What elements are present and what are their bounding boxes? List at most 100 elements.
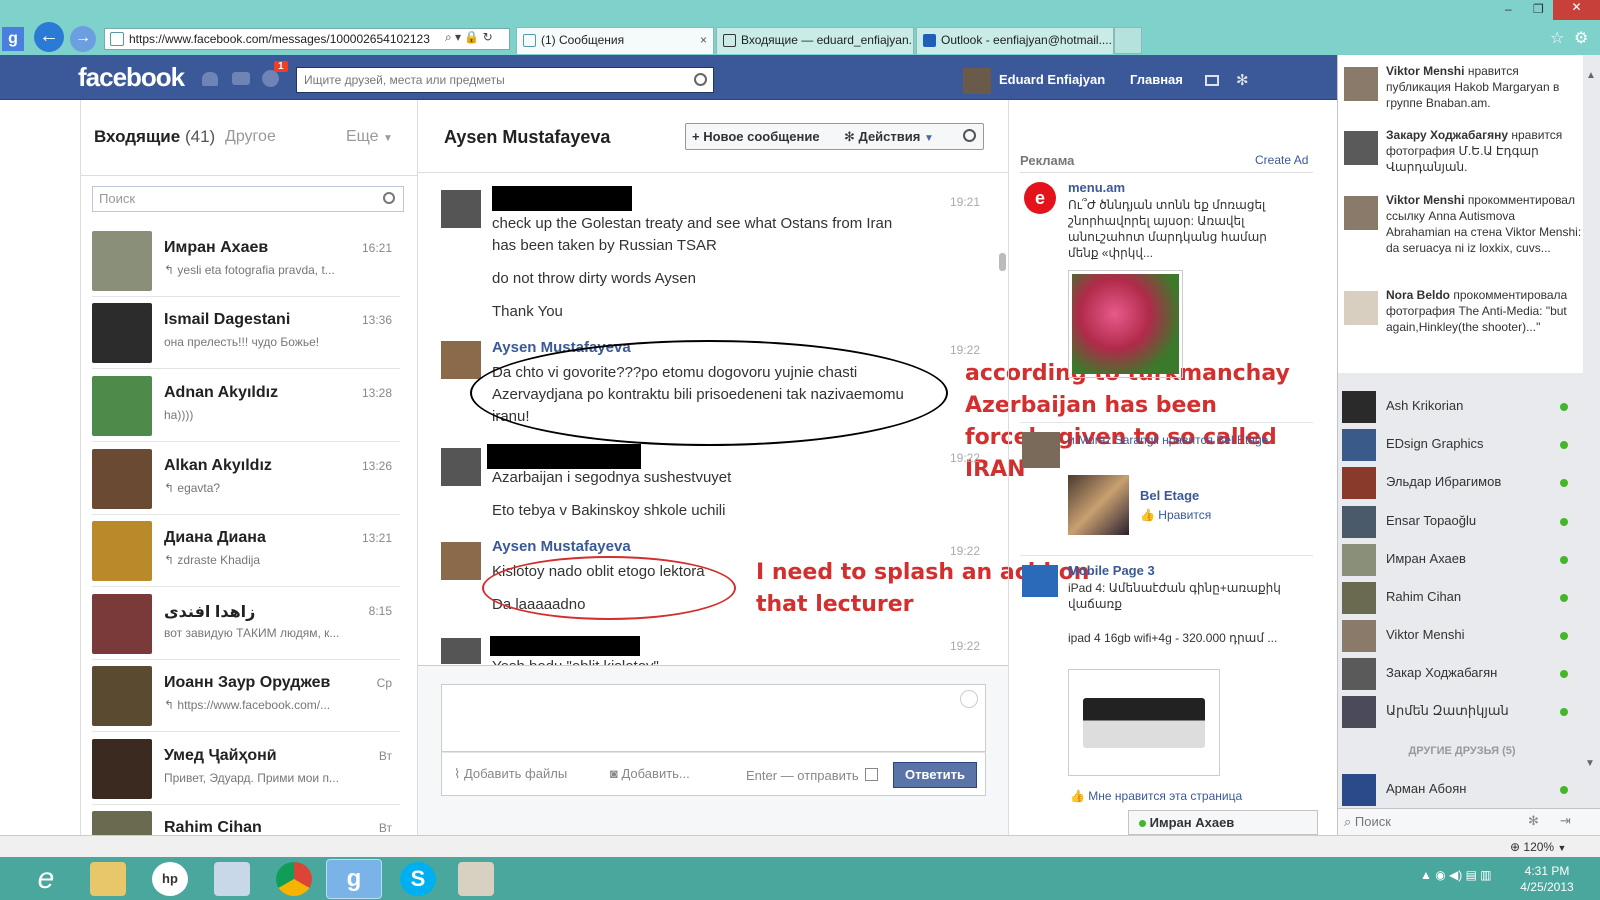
hp-icon[interactable]: hp xyxy=(152,862,188,896)
settings-gear-icon[interactable]: ⚙ xyxy=(1574,28,1588,48)
privacy-shortcuts-icon[interactable] xyxy=(1205,75,1219,86)
chrome-icon[interactable] xyxy=(276,862,312,896)
hide-sidebar-icon[interactable]: ⇥ xyxy=(1560,813,1571,829)
ticker-scrollbar[interactable]: ▲ xyxy=(1585,70,1597,750)
chat-friend[interactable]: Имран Ахаев xyxy=(1342,542,1582,576)
chat-options-gear-icon[interactable]: ✻ xyxy=(1528,813,1539,829)
ticker-story[interactable]: Закару Ходжабагяну нравится фотография Մ… xyxy=(1344,127,1584,187)
clock-date[interactable]: 4/25/2013 xyxy=(1512,880,1582,894)
forward-button[interactable]: → xyxy=(70,26,96,52)
chat-friend[interactable]: EDsign Graphics xyxy=(1342,427,1582,461)
inbox-title[interactable]: Входящие xyxy=(94,127,180,146)
zoom-control[interactable]: ⊕ 120% ▼ xyxy=(1510,840,1566,854)
open-chat-tab[interactable]: Имран Ахаев xyxy=(1128,810,1318,835)
conversation-title[interactable]: Aysen Mustafayeva xyxy=(444,127,610,148)
thread-row[interactable]: Rahim Cihan Вт xyxy=(92,805,400,835)
remote-desktop-icon[interactable] xyxy=(214,862,250,896)
avatar xyxy=(1344,67,1378,101)
emoji-icon[interactable] xyxy=(960,690,978,708)
friend-requests-icon[interactable] xyxy=(202,72,218,86)
browser-taskbar-icon[interactable]: g xyxy=(326,859,382,899)
attach-files-button[interactable]: ⌇ Добавить файлы xyxy=(454,766,567,782)
ad-title[interactable]: menu.am xyxy=(1068,180,1125,195)
tab-inbox[interactable]: Входящие — eduard_enfiajyan... xyxy=(716,27,914,54)
chat-friend[interactable]: Ash Krikorian xyxy=(1342,389,1582,423)
thread-row[interactable]: Ismail Dagestani 13:36 она прелесть!!! ч… xyxy=(92,297,400,369)
ad-text: ipad 4 16gb wifi+4g - 320.000 դրամ ... xyxy=(1068,631,1278,645)
ad-image[interactable] xyxy=(1068,475,1129,535)
ad-title[interactable]: Bel Etage xyxy=(1140,488,1199,503)
paint-icon[interactable] xyxy=(458,862,494,896)
ad-title[interactable]: Mobile Page 3 xyxy=(1068,563,1155,578)
tab-outlook[interactable]: Outlook - eenfiajyan@hotmail.... xyxy=(916,27,1114,54)
thread-row[interactable]: Alkan Akyıldız 13:26 ↰ egavta? xyxy=(92,443,400,515)
facebook-search-input[interactable]: Ищите друзей, места или предметы xyxy=(296,67,714,93)
other-folder-link[interactable]: Другое xyxy=(225,128,276,146)
window-controls[interactable]: – ❐ ✕ xyxy=(1505,0,1600,20)
thread-row[interactable]: Имран Ахаев 16:21 ↰ yesli eta fotografia… xyxy=(92,225,400,297)
scrollbar-thumb[interactable] xyxy=(999,253,1006,271)
add-photo-button[interactable]: ◙ Добавить... xyxy=(610,766,690,781)
chat-friend[interactable]: Эльдар Ибрагимов xyxy=(1342,465,1582,499)
internet-explorer-icon[interactable]: e xyxy=(28,862,64,896)
chat-friend[interactable]: Ensar Topaoğlu xyxy=(1342,504,1582,538)
create-ad-link[interactable]: Create Ad xyxy=(1255,153,1308,167)
close-icon[interactable]: × xyxy=(700,28,707,53)
scroll-up-icon[interactable]: ▲ xyxy=(1586,70,1596,81)
thread-row[interactable]: Adnan Akyıldız 13:28 ha)))) xyxy=(92,370,400,442)
friend-name: Арман Абоян xyxy=(1386,781,1467,796)
back-button[interactable]: ← xyxy=(34,22,64,52)
chat-friend[interactable]: Rahim Cihan xyxy=(1342,580,1582,614)
ad-image[interactable] xyxy=(1068,270,1183,378)
clock-time[interactable]: 4:31 PM xyxy=(1512,864,1582,878)
chat-friend[interactable]: Закар Ходжабагян xyxy=(1342,656,1582,690)
notifications-globe-icon[interactable] xyxy=(262,70,279,87)
settings-gear-icon[interactable]: ✻ xyxy=(1236,71,1249,89)
chat-search-input[interactable]: ⌕ Поиск xyxy=(1344,814,1391,830)
avatar xyxy=(1342,658,1376,690)
thread-row[interactable]: Иоанн Заур Оруджев Ср ↰ https://www.face… xyxy=(92,660,400,732)
close-icon[interactable]: ✕ xyxy=(1553,0,1600,20)
skype-icon[interactable]: S xyxy=(400,862,436,896)
new-message-button[interactable]: + Новое сообщение xyxy=(692,129,820,144)
messages-icon[interactable] xyxy=(232,72,250,85)
thread-row[interactable]: زاهدا افندی 8:15 вот завидую ТАКИМ людям… xyxy=(92,588,400,660)
thread-row[interactable]: Умед Ҷайҳонӣ Вт Привет, Эдуард. Прими мо… xyxy=(92,733,400,805)
new-tab-button[interactable] xyxy=(1114,27,1142,54)
chat-friend[interactable]: Արմեն Զատիկյան xyxy=(1342,694,1582,728)
chat-friend[interactable]: Арман Абоян xyxy=(1342,772,1582,806)
search-icon[interactable] xyxy=(383,192,395,204)
maximize-icon[interactable]: ❐ xyxy=(1533,2,1544,16)
file-explorer-icon[interactable] xyxy=(90,862,126,896)
more-dropdown[interactable]: Еще ▼ xyxy=(346,128,393,146)
chat-friend[interactable]: Viktor Menshi xyxy=(1342,618,1582,652)
like-button[interactable]: 👍 Нравится xyxy=(1140,508,1211,522)
like-page-link[interactable]: 👍 Мне нравится эта страница xyxy=(1070,789,1242,803)
ad-image[interactable] xyxy=(1068,669,1220,776)
thread-row[interactable]: Диана Диана 13:21 ↰ zdraste Khadija xyxy=(92,515,400,587)
enter-to-send-checkbox[interactable] xyxy=(865,768,878,781)
profile-link[interactable]: Eduard Enfiajyan xyxy=(999,72,1105,87)
actions-button[interactable]: ✻ Действия ▼ xyxy=(844,129,934,145)
search-icon[interactable] xyxy=(963,129,976,142)
ticker-story[interactable]: Nora Beldo прокомментировала фотография … xyxy=(1344,287,1584,367)
facebook-logo[interactable]: facebook xyxy=(78,62,185,93)
scroll-down-icon[interactable]: ▼ xyxy=(1585,758,1595,769)
avatar[interactable] xyxy=(963,68,991,94)
search-icon[interactable] xyxy=(694,73,707,86)
favorites-star-icon[interactable]: ☆ xyxy=(1550,28,1564,48)
tray-icons[interactable]: ▲ ◉ ◀) ▤ ▥ xyxy=(1420,868,1492,882)
reply-button[interactable]: Ответить xyxy=(893,762,977,788)
ticker-story[interactable]: Viktor Menshi прокомментировал ссылку An… xyxy=(1344,192,1584,282)
minimize-icon[interactable]: – xyxy=(1505,2,1512,16)
tab-messages[interactable]: (1) Сообщения × xyxy=(516,27,714,54)
ticker-story[interactable]: Viktor Menshi нравится публикация Hakob … xyxy=(1344,63,1584,123)
more-label: Еще xyxy=(346,128,379,145)
message-text: check up the Golestan treaty and see wha… xyxy=(492,215,893,232)
message-sender[interactable]: Aysen Mustafayeva xyxy=(492,538,631,555)
home-link[interactable]: Главная xyxy=(1130,72,1183,87)
inbox-search-input[interactable]: Поиск xyxy=(92,186,404,212)
avatar xyxy=(92,521,152,581)
tab-label: (1) Сообщения xyxy=(541,33,625,47)
reply-textarea[interactable] xyxy=(441,684,986,752)
